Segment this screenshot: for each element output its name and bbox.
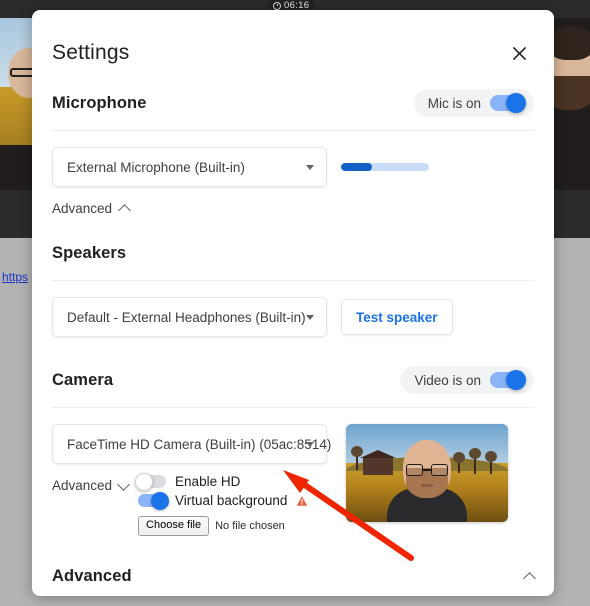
preview-person-mouth [421, 484, 433, 487]
divider [52, 280, 534, 281]
switch-knob [135, 472, 154, 491]
virtual-background-label: Virtual background [175, 493, 288, 508]
microphone-title: Microphone [52, 93, 147, 112]
switch-knob [506, 370, 526, 390]
camera-preview [346, 424, 508, 522]
chevron-up-icon [523, 571, 536, 585]
preview-glasses-bridge [423, 469, 431, 471]
video-toggle[interactable]: Video is on [400, 366, 534, 394]
mic-level-fill [341, 163, 372, 171]
switch-knob [506, 93, 526, 113]
microphone-device-value: External Microphone (Built-in) [67, 159, 245, 175]
participant-tile-left[interactable] [0, 18, 36, 190]
enable-hd-row[interactable]: Enable HD [135, 472, 308, 491]
preview-tree [453, 452, 465, 473]
virtual-background-row[interactable]: Virtual background [138, 491, 308, 510]
speakers-device-row: Default - External Headphones (Built-in)… [52, 297, 534, 337]
camera-controls-block: FaceTime HD Camera (Built-in) (05ac:8514… [52, 424, 534, 536]
speaker-device-select[interactable]: Default - External Headphones (Built-in) [52, 297, 327, 337]
camera-device-select[interactable]: FaceTime HD Camera (Built-in) (05ac:8514… [52, 424, 331, 464]
enable-hd-label: Enable HD [175, 474, 241, 489]
mic-switch[interactable] [490, 93, 526, 113]
close-button[interactable] [504, 38, 534, 68]
chevron-down-icon [306, 442, 314, 447]
speaker-device-value: Default - External Headphones (Built-in) [67, 309, 306, 325]
enable-hd-switch[interactable] [135, 472, 167, 491]
mic-level-meter [341, 163, 429, 171]
microphone-advanced-toggle[interactable]: Advanced [52, 201, 131, 217]
camera-advanced-label: Advanced [52, 478, 113, 493]
preview-tree [469, 448, 481, 474]
camera-advanced-toggle[interactable]: Advanced [52, 474, 130, 493]
tile-beard [554, 76, 590, 110]
advanced-section-header[interactable]: Advanced [52, 562, 536, 592]
warning-triangle-icon [297, 495, 308, 506]
divider [52, 407, 534, 408]
microphone-section-header: Microphone Mic is on [52, 86, 534, 120]
settings-dialog: Settings Microphone Mic is on External M… [32, 10, 554, 596]
mic-toggle[interactable]: Mic is on [413, 89, 534, 117]
camera-title: Camera [52, 370, 114, 389]
divider [52, 130, 534, 131]
chevron-up-icon [118, 203, 131, 217]
video-switch[interactable] [490, 370, 526, 390]
dialog-header: Settings [52, 10, 534, 68]
choose-file-button[interactable]: Choose file [138, 516, 210, 536]
mic-toggle-label: Mic is on [427, 95, 481, 111]
switch-knob [151, 491, 170, 510]
speakers-section-header: Speakers [52, 236, 534, 270]
close-icon [512, 46, 526, 60]
participant-tile-right[interactable] [554, 18, 590, 190]
tile-shoulders [0, 145, 36, 190]
preview-barn [360, 450, 396, 475]
file-status-label: No file chosen [215, 519, 285, 532]
chevron-down-icon [306, 315, 314, 320]
test-speaker-button[interactable]: Test speaker [341, 299, 453, 335]
page-link[interactable]: https [2, 270, 28, 284]
advanced-title: Advanced [52, 567, 132, 586]
camera-device-value: FaceTime HD Camera (Built-in) (05ac:8514… [67, 436, 332, 452]
virtual-background-switch[interactable] [138, 491, 170, 510]
page-title: Settings [52, 41, 130, 64]
chevron-down-icon [117, 477, 130, 491]
tile-hair [554, 26, 590, 60]
camera-advanced-row: Advanced Enable HD Virtual background Ch… [52, 472, 328, 536]
virtual-background-file-row: Choose file No file chosen [138, 516, 308, 536]
microphone-advanced-label: Advanced [52, 201, 113, 216]
preview-tree [485, 451, 497, 474]
preview-glasses-right [431, 464, 448, 476]
preview-tree [351, 446, 363, 470]
microphone-device-select[interactable]: External Microphone (Built-in) [52, 147, 327, 187]
camera-section-header: Camera Video is on [52, 363, 534, 397]
microphone-device-row: External Microphone (Built-in) [52, 147, 534, 187]
clock-icon [273, 1, 281, 10]
preview-glasses-left [406, 464, 423, 476]
video-toggle-label: Video is on [414, 372, 481, 388]
chevron-down-icon [306, 165, 314, 170]
speakers-title: Speakers [52, 243, 127, 262]
